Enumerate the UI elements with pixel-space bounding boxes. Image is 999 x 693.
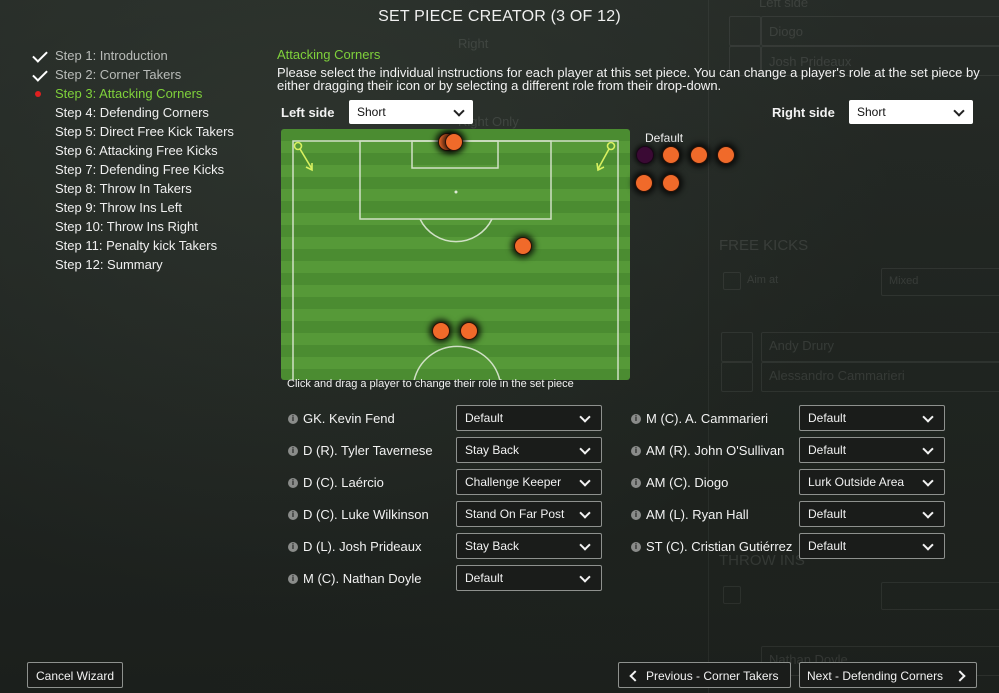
step-attacking-free-kicks[interactable]: Step 6: Attacking Free Kicks [28, 141, 234, 160]
chevron-left-icon [629, 670, 641, 682]
ghost-name-1: Diogo [769, 24, 803, 39]
player-marker[interactable] [445, 133, 463, 151]
role-select[interactable]: Default [456, 565, 602, 591]
ghost-fk-1: Andy Drury [769, 338, 835, 353]
chevron-down-icon [922, 443, 934, 455]
role-select[interactable]: Stay Back [456, 533, 602, 559]
chevron-down-icon [922, 539, 934, 551]
info-icon[interactable]: i [288, 510, 298, 520]
ghost-free-kicks: FREE KICKS [719, 237, 809, 254]
player-name: GK. Kevin Fend [303, 411, 395, 426]
info-icon[interactable]: i [288, 478, 298, 488]
step-throw-ins-left[interactable]: Step 9: Throw Ins Left [28, 198, 234, 217]
player-name: ST (C). Cristian Gutiérrez [646, 539, 793, 554]
right-side-label: Right side [772, 105, 835, 120]
step-attacking-corners[interactable]: Step 3: Attacking Corners [28, 84, 234, 103]
player-marker[interactable] [635, 174, 653, 192]
player-name: D (C). Luke Wilkinson [303, 507, 429, 522]
role-select[interactable]: Default [799, 437, 945, 463]
chevron-down-icon [453, 105, 465, 117]
instructions-text: Please select the individual instruction… [277, 65, 980, 93]
steps-list: Step 1: Introduction Step 2: Corner Take… [28, 46, 234, 274]
goalkeeper-marker[interactable] [636, 146, 654, 164]
player-name: D (L). Josh Prideaux [303, 539, 422, 554]
ghost-throw-ins: THROW INS [719, 552, 805, 569]
info-icon[interactable]: i [288, 414, 298, 424]
pitch[interactable] [281, 129, 630, 380]
player-marker[interactable] [460, 322, 478, 340]
previous-button[interactable]: Previous - Corner Takers [618, 662, 791, 688]
ghost-right: Right [458, 36, 489, 51]
ghost-aim-at: Aim at [747, 274, 779, 286]
player-marker[interactable] [662, 174, 680, 192]
cancel-wizard-button[interactable]: Cancel Wizard [27, 662, 123, 688]
right-side-select[interactable]: Short [849, 100, 973, 124]
ghost-fk-2: Alessandro Cammarieri [769, 368, 905, 383]
info-icon[interactable]: i [631, 414, 641, 424]
step-penalty-kick-takers[interactable]: Step 11: Penalty kick Takers [28, 236, 234, 255]
chevron-down-icon [922, 475, 934, 487]
player-marker[interactable] [690, 146, 708, 164]
section-heading: Attacking Corners [277, 47, 381, 62]
step-throw-in-takers[interactable]: Step 8: Throw In Takers [28, 179, 234, 198]
next-button[interactable]: Next - Defending Corners [799, 662, 977, 688]
step-introduction[interactable]: Step 1: Introduction [28, 46, 234, 65]
step-direct-free-kick-takers[interactable]: Step 5: Direct Free Kick Takers [28, 122, 234, 141]
default-group-label: Default [645, 131, 684, 145]
chevron-down-icon [579, 539, 591, 551]
chevron-down-icon [922, 507, 934, 519]
chevron-down-icon [922, 411, 934, 423]
player-name: M (C). A. Cammarieri [646, 411, 769, 426]
left-side-label: Left side [281, 105, 335, 120]
role-select[interactable]: Challenge Keeper [456, 469, 602, 495]
player-name: D (R). Tyler Tavernese [303, 443, 433, 458]
info-icon[interactable]: i [631, 510, 641, 520]
info-icon[interactable]: i [631, 478, 641, 488]
left-side-select[interactable]: Short [349, 100, 473, 124]
ghost-mixed: Mixed [889, 275, 919, 287]
info-icon[interactable]: i [288, 542, 298, 552]
player-marker[interactable] [432, 322, 450, 340]
player-name: AM (C). Diogo [646, 475, 729, 490]
chevron-down-icon [953, 105, 965, 117]
info-icon[interactable]: i [631, 542, 641, 552]
player-marker[interactable] [662, 146, 680, 164]
player-name: M (C). Nathan Doyle [303, 571, 422, 586]
chevron-down-icon [579, 443, 591, 455]
step-defending-free-kicks[interactable]: Step 7: Defending Free Kicks [28, 160, 234, 179]
role-select[interactable]: Stand On Far Post [456, 501, 602, 527]
player-name: AM (L). Ryan Hall [646, 507, 749, 522]
pitch-markings [292, 140, 619, 380]
role-select[interactable]: Stay Back [456, 437, 602, 463]
info-icon[interactable]: i [288, 446, 298, 456]
chevron-down-icon [579, 411, 591, 423]
role-select[interactable]: Default [799, 533, 945, 559]
info-icon[interactable]: i [288, 574, 298, 584]
chevron-down-icon [579, 507, 591, 519]
player-marker[interactable] [717, 146, 735, 164]
chevron-right-icon [954, 670, 966, 682]
step-defending-corners[interactable]: Step 4: Defending Corners [28, 103, 234, 122]
pitch-caption: Click and drag a player to change their … [287, 378, 574, 390]
info-icon[interactable]: i [631, 446, 641, 456]
chevron-down-icon [579, 571, 591, 583]
step-throw-ins-right[interactable]: Step 10: Throw Ins Right [28, 217, 234, 236]
player-name: D (C). Laércio [303, 475, 384, 490]
step-summary[interactable]: Step 12: Summary [28, 255, 234, 274]
player-name: AM (R). John O'Sullivan [646, 443, 785, 458]
player-marker[interactable] [514, 237, 532, 255]
step-corner-takers[interactable]: Step 2: Corner Takers [28, 65, 234, 84]
chevron-down-icon [579, 475, 591, 487]
role-select[interactable]: Default [456, 405, 602, 431]
wizard-title: SET PIECE CREATOR (3 OF 12) [378, 8, 621, 25]
role-select[interactable]: Default [799, 405, 945, 431]
role-select[interactable]: Lurk Outside Area [799, 469, 945, 495]
role-select[interactable]: Default [799, 501, 945, 527]
